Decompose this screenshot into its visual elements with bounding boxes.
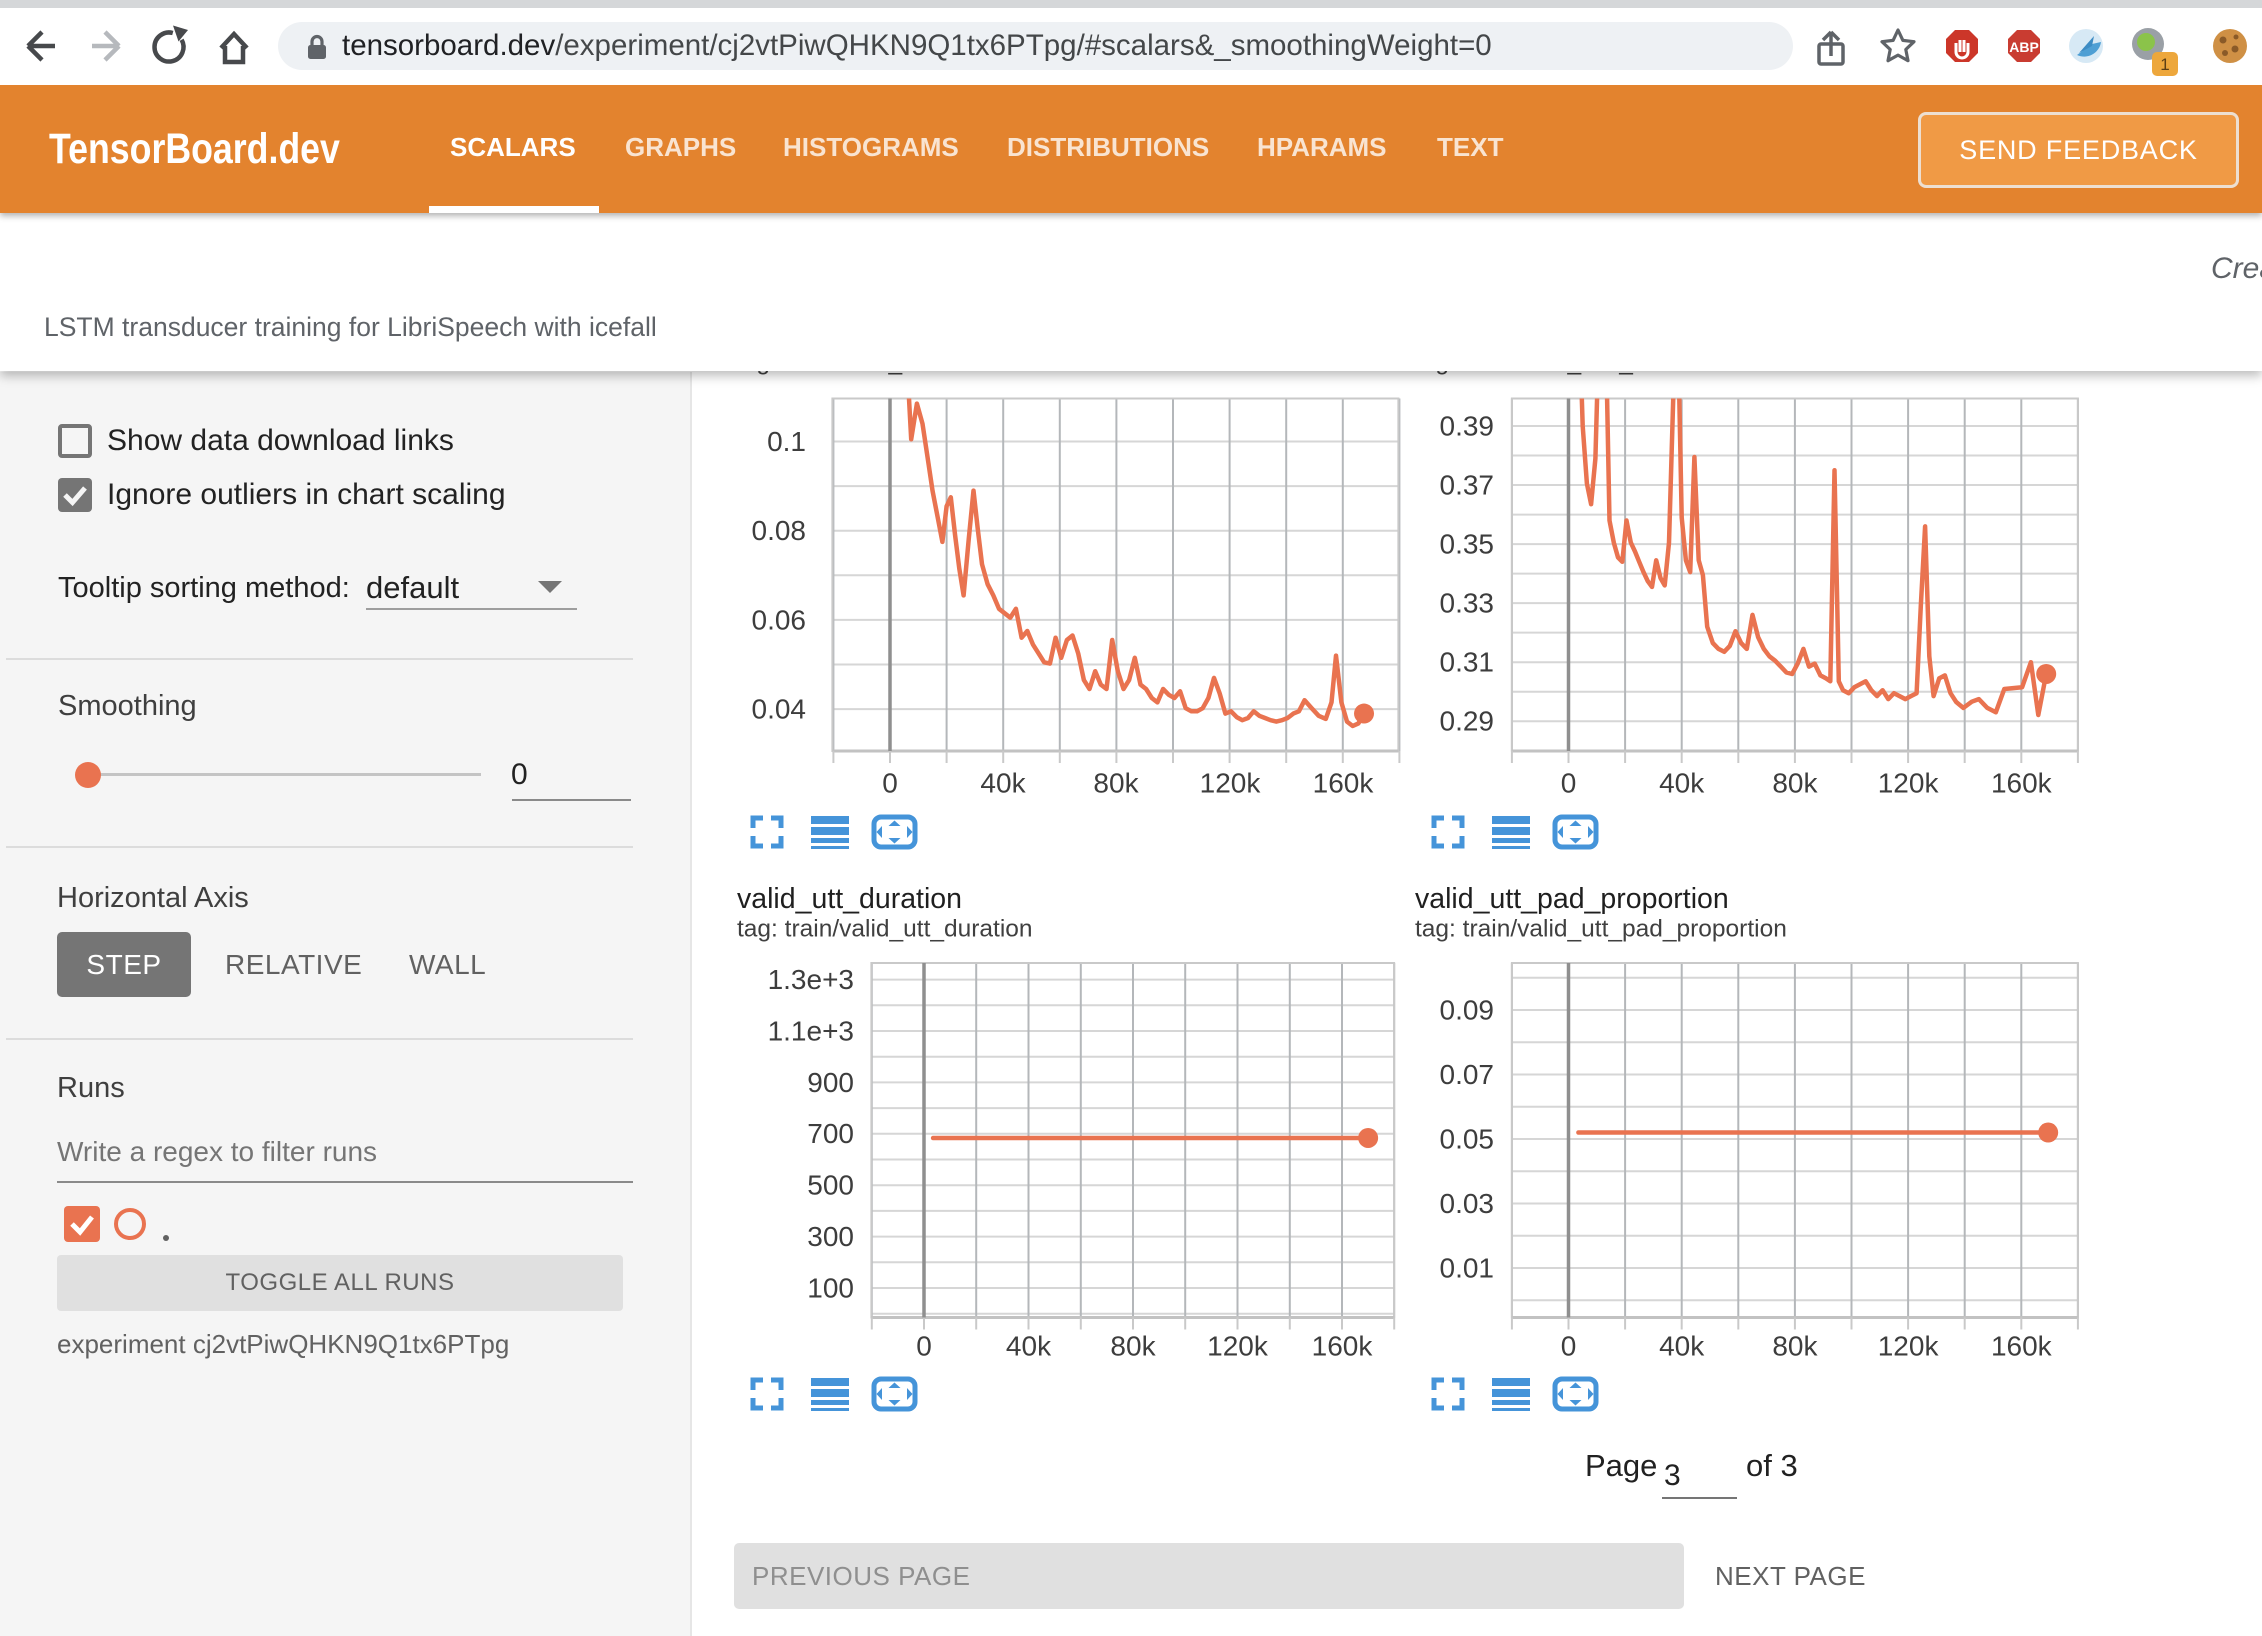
svg-text:120k: 120k: [1200, 768, 1262, 799]
svg-text:tag: train/valid_utt_pad_propo: tag: train/valid_utt_pad_proportion: [1415, 916, 1787, 943]
svg-text:0.01: 0.01: [1440, 1253, 1495, 1284]
svg-text:1: 1: [2160, 55, 2169, 74]
svg-text:0.1: 0.1: [767, 426, 806, 457]
svg-text:80k: 80k: [1110, 1331, 1156, 1362]
svg-text:40k: 40k: [980, 768, 1026, 799]
svg-text:160k: 160k: [1991, 768, 2053, 799]
svg-text:300: 300: [807, 1221, 854, 1252]
svg-text:160k: 160k: [1312, 1331, 1374, 1362]
svg-text:0.08: 0.08: [752, 515, 807, 546]
svg-text:120k: 120k: [1878, 1331, 1940, 1362]
svg-text:0: 0: [882, 768, 898, 799]
svg-text:120k: 120k: [1878, 768, 1940, 799]
svg-text:0: 0: [1561, 768, 1577, 799]
svg-text:700: 700: [807, 1118, 854, 1149]
svg-text:0.35: 0.35: [1440, 529, 1495, 560]
svg-text:0.33: 0.33: [1440, 588, 1495, 619]
svg-text:0.06: 0.06: [752, 604, 807, 635]
svg-text:40k: 40k: [1006, 1331, 1052, 1362]
svg-text:40k: 40k: [1659, 768, 1705, 799]
svg-text:0.05: 0.05: [1440, 1124, 1495, 1155]
svg-text:0.31: 0.31: [1440, 647, 1495, 678]
svg-text:80k: 80k: [1772, 1331, 1818, 1362]
svg-text:120k: 120k: [1207, 1331, 1269, 1362]
svg-text:100: 100: [807, 1272, 854, 1303]
svg-text:0.04: 0.04: [752, 694, 807, 725]
svg-text:0.03: 0.03: [1440, 1188, 1495, 1219]
svg-text:0: 0: [1561, 1331, 1577, 1362]
svg-text:160k: 160k: [1991, 1331, 2053, 1362]
svg-text:valid_utt_pad_proportion: valid_utt_pad_proportion: [1415, 883, 1729, 915]
svg-text:ABP: ABP: [2009, 39, 2039, 55]
svg-text:500: 500: [807, 1170, 854, 1201]
svg-text:tag: train/valid_utt_duration: tag: train/valid_utt_duration: [737, 916, 1033, 943]
svg-text:valid_utt_duration: valid_utt_duration: [737, 883, 962, 915]
svg-text:0.07: 0.07: [1440, 1059, 1495, 1090]
svg-text:80k: 80k: [1093, 768, 1139, 799]
svg-text:900: 900: [807, 1067, 854, 1098]
svg-text:40k: 40k: [1659, 1331, 1705, 1362]
svg-text:0.39: 0.39: [1440, 411, 1495, 442]
svg-text:0.37: 0.37: [1440, 470, 1495, 501]
svg-text:1.3e+3: 1.3e+3: [768, 964, 854, 995]
svg-text:0: 0: [916, 1331, 932, 1362]
svg-text:80k: 80k: [1772, 768, 1818, 799]
svg-text:160k: 160k: [1313, 768, 1375, 799]
svg-text:1.1e+3: 1.1e+3: [768, 1016, 854, 1047]
svg-text:0.09: 0.09: [1440, 995, 1495, 1026]
svg-text:0.29: 0.29: [1440, 706, 1495, 737]
